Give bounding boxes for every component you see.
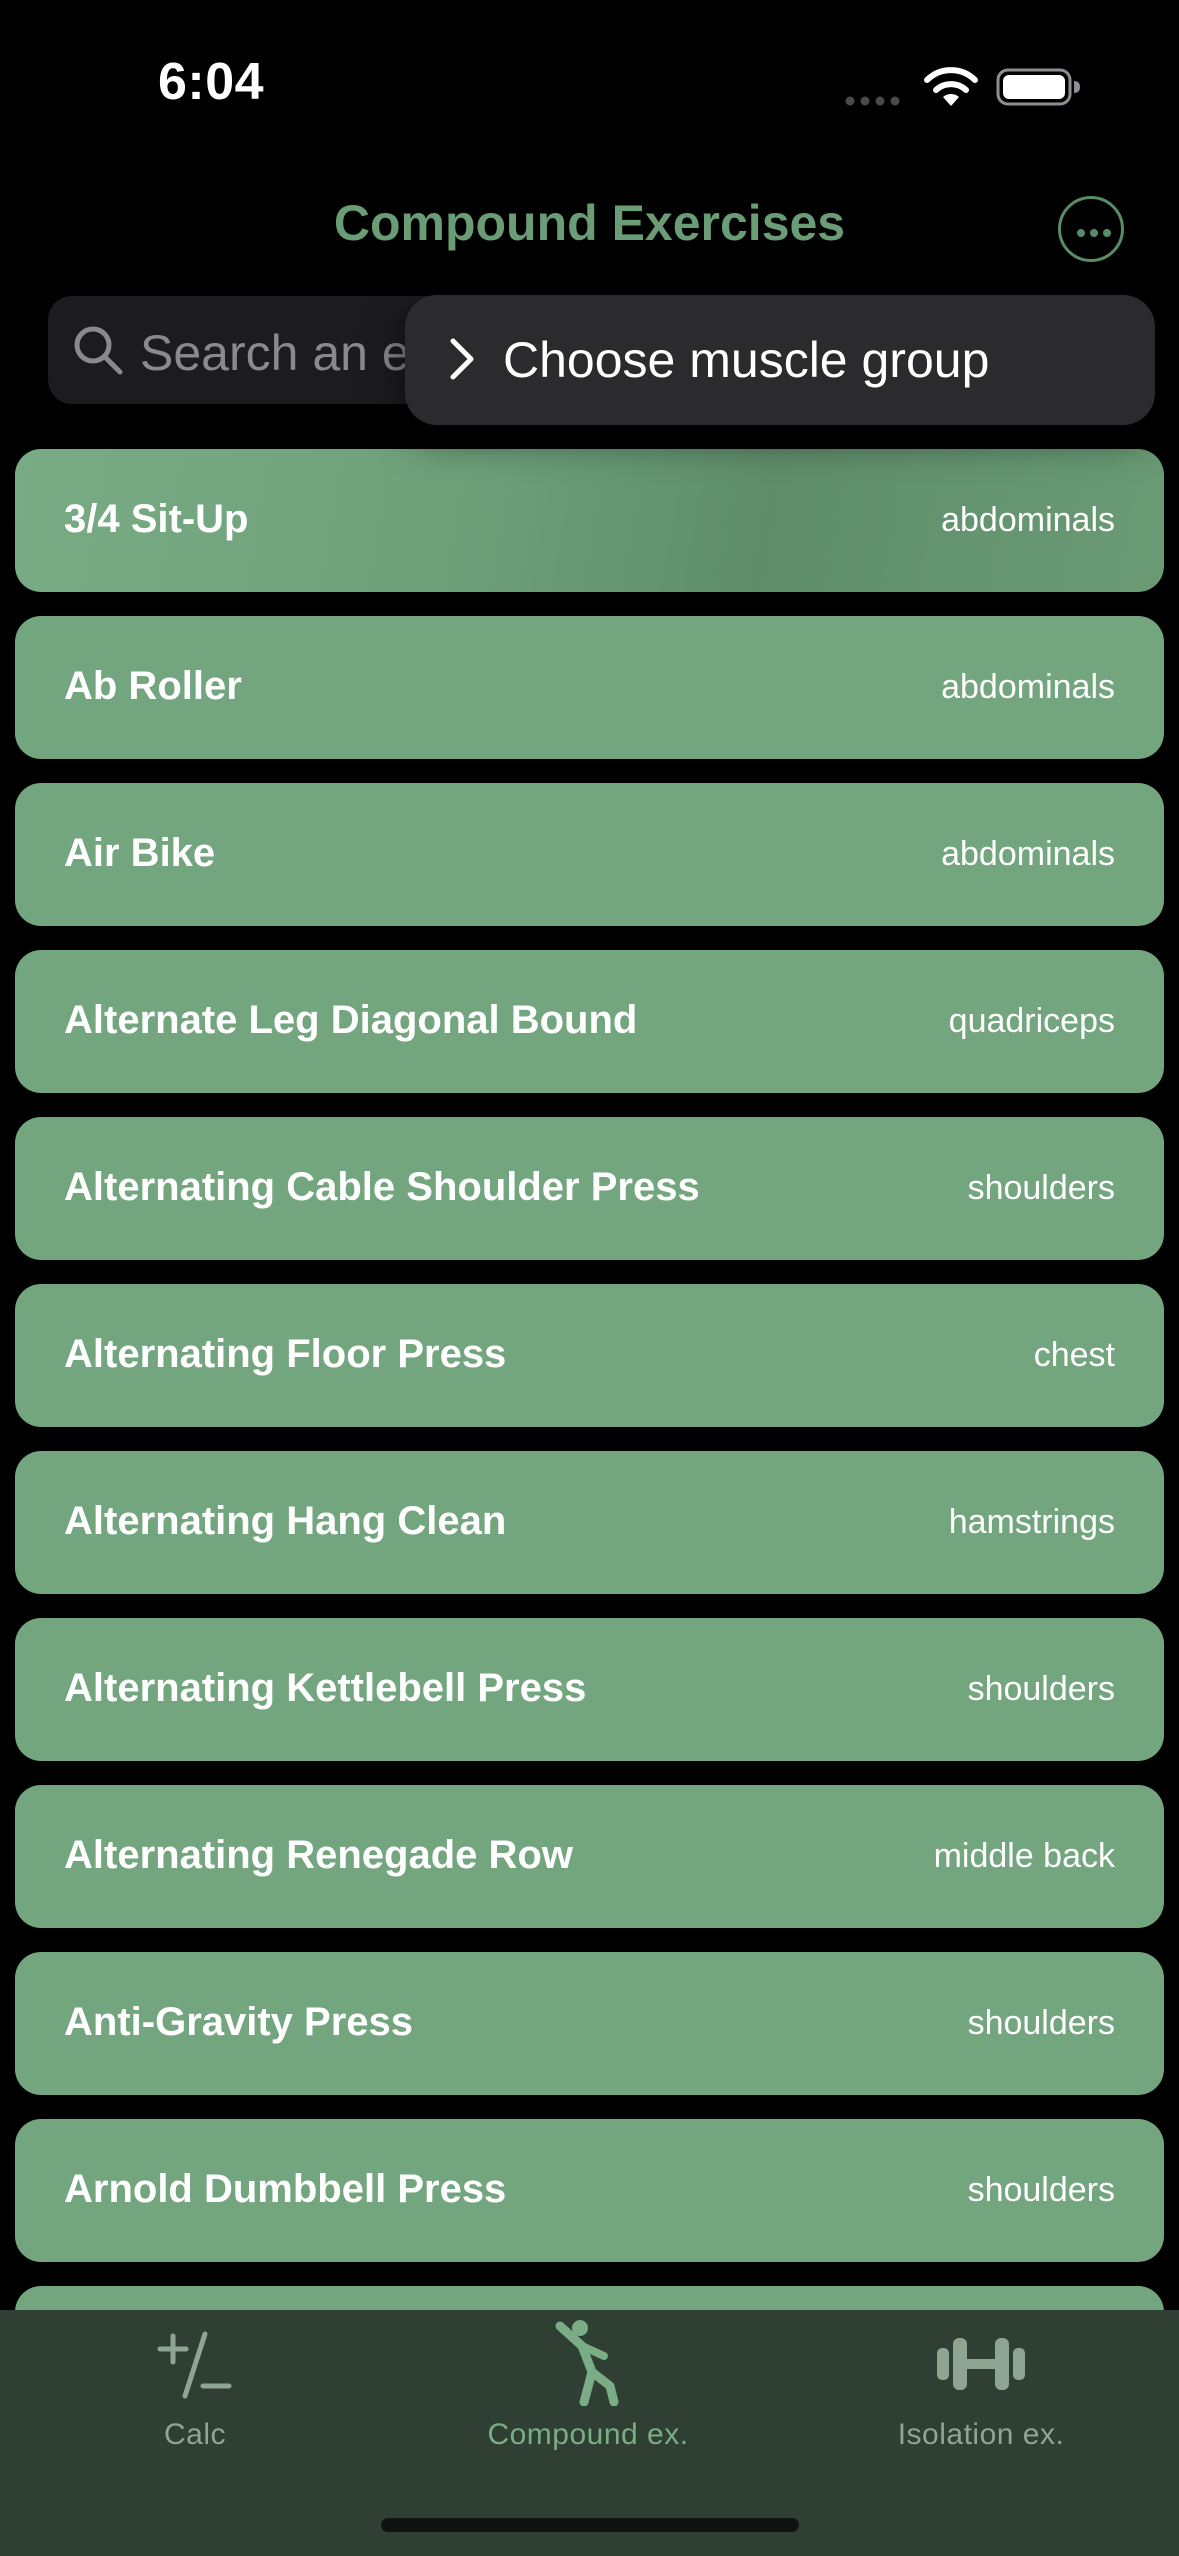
exercise-muscle-group: middle back xyxy=(933,1837,1115,1875)
exercise-name: Alternating Hang Clean xyxy=(64,1499,507,1543)
exercise-name: Alternate Leg Diagonal Bound xyxy=(64,998,638,1042)
exercise-muscle-group: quadriceps xyxy=(948,1002,1115,1040)
tab-calc[interactable]: Calc xyxy=(45,2310,345,2480)
exercise-name: Ab Roller xyxy=(64,664,242,708)
exercise-name: Alternating Renegade Row xyxy=(64,1833,573,1877)
exercise-name: Anti-Gravity Press xyxy=(64,2000,414,2044)
dumbbell-icon xyxy=(937,2338,1025,2390)
home-indicator[interactable] xyxy=(381,2518,799,2532)
plus-slash-minus-icon xyxy=(157,2331,232,2399)
exercise-muscle-group: abdominals xyxy=(941,501,1115,539)
exercise-muscle-group: abdominals xyxy=(941,835,1115,873)
exercise-row[interactable]: Alternating Hang Clean hamstrings xyxy=(15,1451,1164,1594)
exercise-row[interactable]: Alternating Kettlebell Press shoulders xyxy=(15,1618,1164,1761)
tab-isolation[interactable]: Isolation ex. xyxy=(831,2310,1131,2480)
exercise-row[interactable]: Air Bike abdominals xyxy=(15,783,1164,926)
exercise-name: 3/4 Sit-Up xyxy=(64,497,249,541)
exercise-muscle-group: shoulders xyxy=(967,2171,1115,2209)
muscle-menu-label: Choose muscle group xyxy=(503,332,990,388)
exercise-row[interactable]: Anti-Gravity Press shoulders xyxy=(15,1952,1164,2095)
exercise-row[interactable]: Arnold Dumbbell Press shoulders xyxy=(15,2119,1164,2262)
tab-label: Calc xyxy=(163,2418,226,2451)
exercise-row[interactable]: Alternating Cable Shoulder Press shoulde… xyxy=(15,1117,1164,1260)
exercise-name: Alternating Floor Press xyxy=(64,1332,507,1376)
exercise-name: Alternating Cable Shoulder Press xyxy=(64,1165,700,1209)
exercise-name: Air Bike xyxy=(64,831,216,875)
exercise-name: Alternating Kettlebell Press xyxy=(64,1666,587,1710)
exercise-muscle-group: abdominals xyxy=(941,668,1115,706)
choose-muscle-group-menu[interactable]: Choose muscle group xyxy=(405,295,1155,425)
exercise-muscle-group: hamstrings xyxy=(948,1503,1115,1541)
tab-compound[interactable]: Compound ex. xyxy=(438,2310,738,2480)
exercise-row-partial[interactable] xyxy=(15,2286,1164,2310)
exercise-row[interactable]: 3/4 Sit-Up abdominals xyxy=(15,449,1164,592)
tab-label: Isolation ex. xyxy=(897,2418,1065,2451)
exercise-muscle-group: shoulders xyxy=(967,1670,1115,1708)
exercise-name: Arnold Dumbbell Press xyxy=(64,2167,507,2211)
exercise-row[interactable]: Alternating Floor Press chest xyxy=(15,1284,1164,1427)
exercise-row[interactable]: Alternate Leg Diagonal Bound quadriceps xyxy=(15,950,1164,1093)
exercise-muscle-group: shoulders xyxy=(967,1169,1115,1207)
tab-label: Compound ex. xyxy=(487,2418,689,2451)
figure-stretch-icon xyxy=(555,2320,619,2406)
chevron-right-icon xyxy=(450,338,474,380)
exercise-muscle-group: chest xyxy=(1033,1336,1115,1374)
exercise-row[interactable]: Ab Roller abdominals xyxy=(15,616,1164,759)
exercise-row[interactable]: Alternating Renegade Row middle back xyxy=(15,1785,1164,1928)
exercise-muscle-group: shoulders xyxy=(967,2004,1115,2042)
